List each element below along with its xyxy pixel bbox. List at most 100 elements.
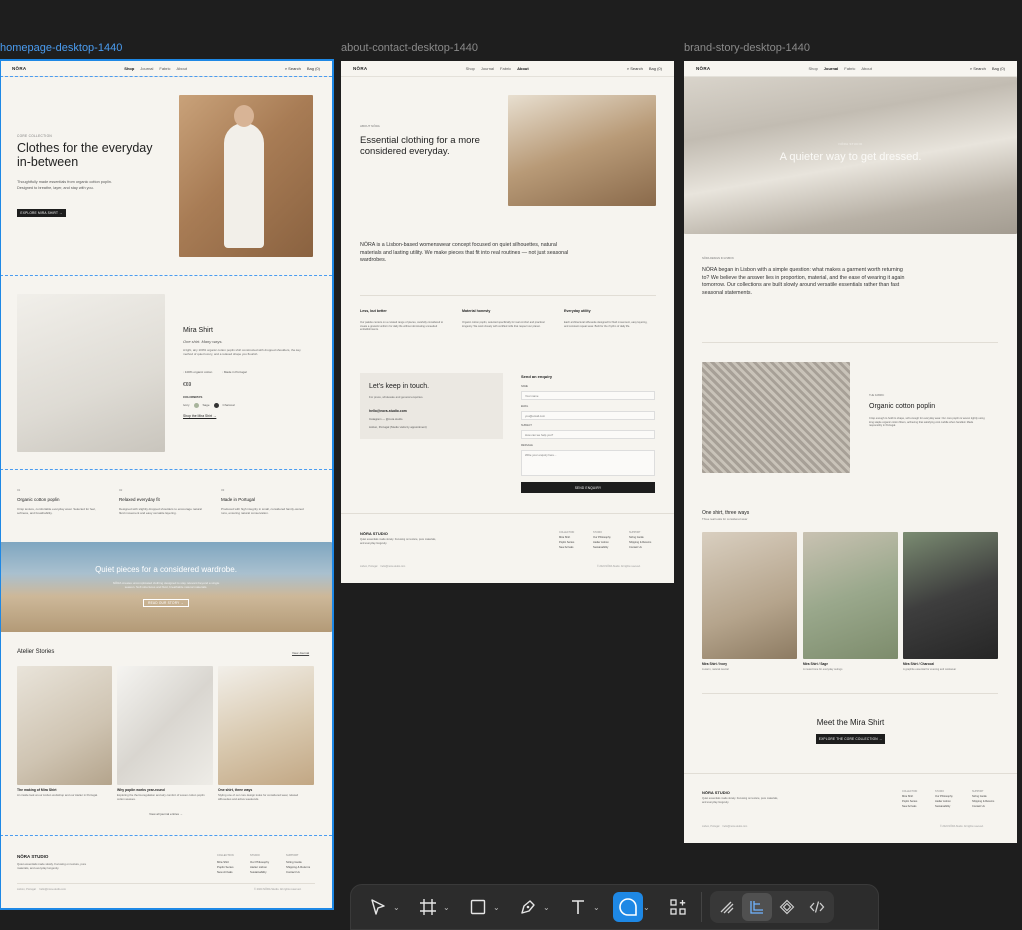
nav-link-shop[interactable]: Shop <box>808 66 817 71</box>
product-feature-portugal: ◦ Made in Portugal <box>222 370 247 374</box>
about-frame[interactable]: NŌRA Shop Journal Fabric About ⌕ Search B… <box>341 61 674 583</box>
pen-tool-icon[interactable] <box>513 892 543 922</box>
form-subject-input[interactable] <box>521 430 655 439</box>
contact-email[interactable]: hello@nora-studio.com <box>369 409 407 413</box>
story-3-title[interactable]: One shirt, three ways <box>218 788 252 792</box>
story-3-image[interactable] <box>218 666 314 785</box>
nav-link-about[interactable]: About <box>177 66 187 71</box>
text-tool-chevron-down-icon[interactable]: ⌄ <box>593 903 603 912</box>
pen-tool-chevron-down-icon[interactable]: ⌄ <box>543 903 553 912</box>
nav-logo[interactable]: NŌRA <box>12 66 26 71</box>
frame-tool-icon[interactable] <box>413 892 443 922</box>
footer-link-sustainability[interactable]: Sustainability <box>250 870 269 875</box>
send-enquiry-button[interactable]: SEND ENQUIRY <box>521 482 655 493</box>
nav-link-fabric[interactable]: Fabric <box>159 66 170 71</box>
nav-logo[interactable]: NŌRA <box>353 66 367 71</box>
nav-bag[interactable]: Bag (0) <box>307 66 320 71</box>
hero-cta-button[interactable]: EXPLORE MIRA SHIRT → <box>17 209 66 217</box>
nav-link-about[interactable]: About <box>517 66 529 71</box>
look-charcoal-image[interactable] <box>903 532 998 659</box>
move-tool-chevron-down-icon[interactable]: ⌄ <box>393 903 403 912</box>
shop-mira-link[interactable]: Shop the Mira Shirt → <box>183 414 216 418</box>
footer-link-contact[interactable]: Contact Us <box>972 805 994 810</box>
nav-link-about[interactable]: About <box>861 66 871 71</box>
contact-instagram[interactable]: Instagram — @nora.studio <box>369 417 402 421</box>
value-3-title: Everyday utility <box>564 309 591 313</box>
frame-label-homepage[interactable]: homepage-desktop-1440 <box>0 42 122 54</box>
charcoal-swatch[interactable] <box>213 403 219 408</box>
feature-1-body: Crisp texture, comfortable everyday wear… <box>17 507 96 516</box>
story-2-image[interactable] <box>117 666 213 785</box>
comment-tool-icon[interactable] <box>613 892 643 922</box>
frame-label-brand[interactable]: brand-story-desktop-1440 <box>684 42 810 54</box>
footer-col3-heading: SUPPORT <box>972 790 984 793</box>
frame-label-about[interactable]: about-contact-desktop-1440 <box>341 42 478 54</box>
footer-link-contact[interactable]: Contact Us <box>286 870 310 875</box>
story-1-title[interactable]: The making of Mira Shirt <box>17 788 57 792</box>
footer-link-sustainability[interactable]: Sustainability <box>593 546 611 551</box>
footer-link-contact[interactable]: Contact Us <box>629 546 651 551</box>
form-email-input[interactable] <box>521 411 655 420</box>
form-name-input[interactable] <box>521 391 655 400</box>
dev-mode-icon[interactable] <box>802 893 832 921</box>
footer-link-new[interactable]: New Arrivals <box>559 546 574 551</box>
footer-link-new[interactable]: New Arrivals <box>217 870 233 875</box>
colorway-selector[interactable]: Ivory Sage Charcoal <box>183 403 235 408</box>
nav-search[interactable]: ⌕ Search <box>627 66 643 71</box>
look-charcoal-body: A graphite essential for evening and wor… <box>903 668 957 671</box>
footer-link-sustainability[interactable]: Sustainability <box>935 805 953 810</box>
design-canvas[interactable]: homepage-desktop-1440 about-contact-desk… <box>0 0 1022 930</box>
footer-col2-heading: STUDIO <box>593 531 603 534</box>
banner-cta-button[interactable]: READ OUR STORY → <box>143 599 189 607</box>
actions-tool-icon[interactable] <box>663 892 693 922</box>
text-tool-icon[interactable] <box>563 892 593 922</box>
form-message-textarea[interactable] <box>521 450 655 476</box>
footer-copyright: © 2024 NŌRA Studio. All rights reserved. <box>597 565 641 568</box>
explore-core-collection-button[interactable]: EXPLORE THE CORE COLLECTION → <box>816 734 885 744</box>
shape-tool-chevron-down-icon[interactable]: ⌄ <box>493 903 503 912</box>
colorway-ivory[interactable]: Ivory <box>183 403 190 408</box>
nav-link-journal[interactable]: Journal <box>824 66 838 71</box>
nav-link-shop[interactable]: Shop <box>466 66 475 71</box>
nav-bag[interactable]: Bag (0) <box>992 66 1005 71</box>
look-sage-image[interactable] <box>803 532 898 659</box>
nav-link-shop[interactable]: Shop <box>124 66 134 71</box>
look-sage-body: A muted tone for everyday outings <box>803 668 843 671</box>
nav-link-journal[interactable]: Journal <box>140 66 153 71</box>
nav-bag[interactable]: Bag (0) <box>649 66 662 71</box>
draw-mode-icon[interactable] <box>712 893 742 921</box>
look-ivory-image[interactable] <box>702 532 797 659</box>
look-charcoal-title[interactable]: Mira Shirt / Charcoal <box>903 662 934 666</box>
nav-link-fabric[interactable]: Fabric <box>844 66 855 71</box>
move-tool-icon[interactable] <box>363 892 393 922</box>
prototype-mode-icon[interactable] <box>772 893 802 921</box>
story-2-title[interactable]: Why poplin works year-round <box>117 788 165 792</box>
footer-col3-heading: SUPPORT <box>286 854 299 857</box>
form-message-label: MESSAGE <box>521 444 533 447</box>
nav-logo[interactable]: NŌRA <box>696 66 710 71</box>
look-ivory-title[interactable]: Mira Shirt / Ivory <box>702 662 727 666</box>
nav-search[interactable]: ⌕ Search <box>285 66 301 71</box>
footer-desc: Quiet essentials made slowly. Focusing o… <box>17 862 87 870</box>
feature-2-body: Designed with slightly dropped shoulders… <box>119 507 202 516</box>
frame-tool-chevron-down-icon[interactable]: ⌄ <box>443 903 453 912</box>
footer-link-new[interactable]: New Arrivals <box>902 805 917 810</box>
story-1-image[interactable] <box>17 666 112 785</box>
nav-search[interactable]: ⌕ Search <box>970 66 986 71</box>
colorway-charcoal[interactable]: Charcoal <box>223 403 235 408</box>
rectangle-tool-icon[interactable] <box>463 892 493 922</box>
design-mode-icon[interactable] <box>742 893 772 921</box>
nav-link-fabric[interactable]: Fabric <box>500 66 511 71</box>
brand-story-frame[interactable]: NŌRA Shop Journal Fabric About ⌕ Search B… <box>684 61 1017 843</box>
form-title: Send an enquiry <box>521 374 553 379</box>
sage-swatch[interactable] <box>193 403 199 408</box>
look-sage-title[interactable]: Mira Shirt / Sage <box>803 662 828 666</box>
nav-link-journal[interactable]: Journal <box>481 66 494 71</box>
stories-more-link[interactable]: View all journal entries → <box>0 812 332 817</box>
feature-3-title: Made in Portugal <box>221 497 256 502</box>
homepage-frame[interactable]: NŌRA Shop Journal Fabric About ⌕ Search B… <box>0 61 332 908</box>
fabric-body: Crisp enough to hold its shape, soft eno… <box>869 417 985 428</box>
colorway-sage[interactable]: Sage <box>203 403 210 408</box>
comment-tool-chevron-down-icon[interactable]: ⌄ <box>643 903 653 912</box>
view-journal-link[interactable]: View Journal <box>292 651 309 656</box>
